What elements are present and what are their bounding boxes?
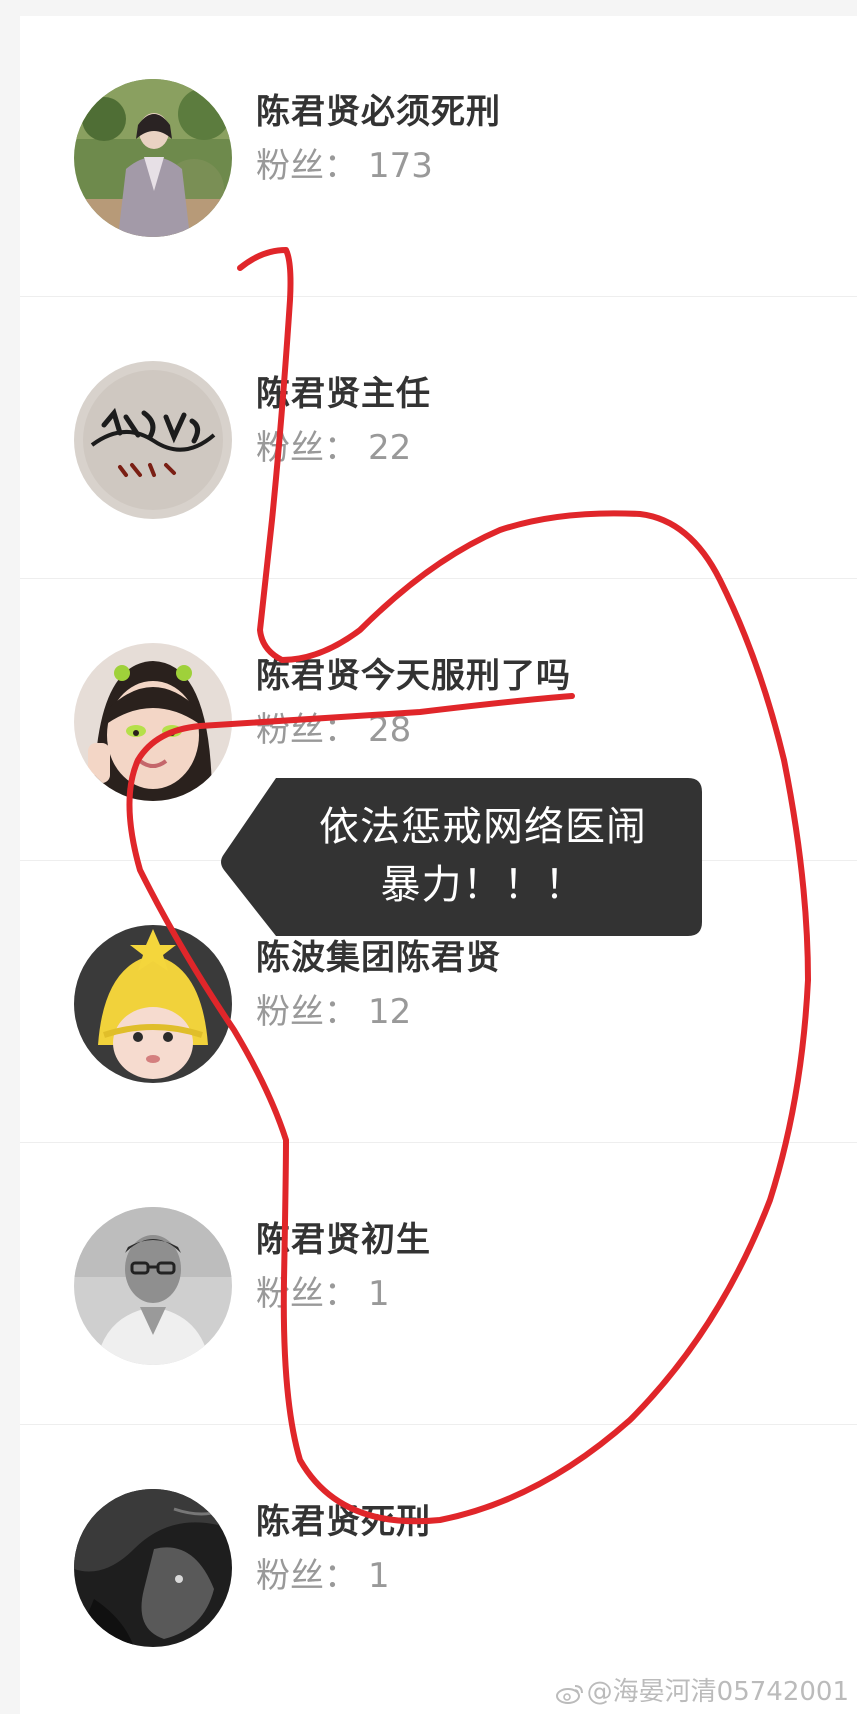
fans-label: 粉丝：: [256, 992, 358, 1032]
tooltip-line-2: 暴力！！！: [380, 862, 586, 908]
watermark: @海晏河清05742001: [555, 1671, 849, 1708]
avatar[interactable]: [74, 925, 232, 1083]
user-name[interactable]: 陈波集团陈君贤: [256, 930, 501, 979]
fans-count-row: 粉丝： 173: [256, 138, 433, 187]
user-name[interactable]: 陈君贤死刑: [256, 1494, 431, 1543]
list-item[interactable]: 陈君贤必须死刑 粉丝： 173: [20, 16, 857, 297]
avatar[interactable]: [74, 1489, 232, 1647]
avatar[interactable]: [74, 1207, 232, 1365]
woman-in-garden-avatar-icon: [74, 79, 232, 237]
fans-count: 1: [368, 1274, 390, 1314]
fans-count: 12: [368, 992, 412, 1032]
tooltip-bubble: 依法惩戒网络医闹 暴力！！！: [218, 778, 702, 936]
list-item[interactable]: 陈君贤初生 粉丝： 1: [20, 1144, 857, 1425]
fans-count: 173: [368, 146, 433, 186]
fans-label: 粉丝：: [256, 428, 358, 468]
fans-count-row: 粉丝： 22: [256, 420, 411, 469]
user-name[interactable]: 陈君贤主任: [256, 366, 431, 415]
fans-count-row: 粉丝： 12: [256, 984, 411, 1033]
watermark-text: @海晏河清05742001: [586, 1677, 849, 1707]
user-name[interactable]: 陈君贤必须死刑: [256, 84, 501, 133]
user-name[interactable]: 陈君贤初生: [256, 1212, 431, 1261]
screenshot-page: 陈君贤必须死刑 粉丝： 173 陈君贤主任 粉丝： 22 陈君贤今天服刑了吗 粉…: [0, 0, 857, 1714]
list-item[interactable]: 陈君贤死刑 粉丝： 1: [20, 1426, 857, 1707]
baby-in-hat-avatar-icon: [74, 925, 232, 1083]
avatar[interactable]: [74, 79, 232, 237]
avatar[interactable]: [74, 361, 232, 519]
fans-count: 28: [368, 710, 412, 750]
calligraphy-logo-avatar-icon: [74, 361, 232, 519]
tooltip-line-1: 依法惩戒网络医闹: [319, 804, 647, 850]
dark-photo-avatar-icon: [74, 1489, 232, 1647]
weibo-logo-icon: [555, 1684, 583, 1704]
avatar[interactable]: [74, 643, 232, 801]
fans-count-row: 粉丝： 28: [256, 702, 411, 751]
little-girl-avatar-icon: [74, 643, 232, 801]
fans-count: 22: [368, 428, 412, 468]
fans-count-row: 粉丝： 1: [256, 1548, 390, 1597]
list-item[interactable]: 陈君贤主任 粉丝： 22: [20, 298, 857, 579]
fans-label: 粉丝：: [256, 146, 358, 186]
fans-count: 1: [368, 1556, 390, 1596]
fans-label: 粉丝：: [256, 1556, 358, 1596]
user-name[interactable]: 陈君贤今天服刑了吗: [256, 648, 571, 697]
tooltip-text: 依法惩戒网络医闹 暴力！！！: [278, 798, 688, 914]
fans-count-row: 粉丝： 1: [256, 1266, 390, 1315]
fans-label: 粉丝：: [256, 710, 358, 750]
man-portrait-avatar-icon: [74, 1207, 232, 1365]
fans-label: 粉丝：: [256, 1274, 358, 1314]
